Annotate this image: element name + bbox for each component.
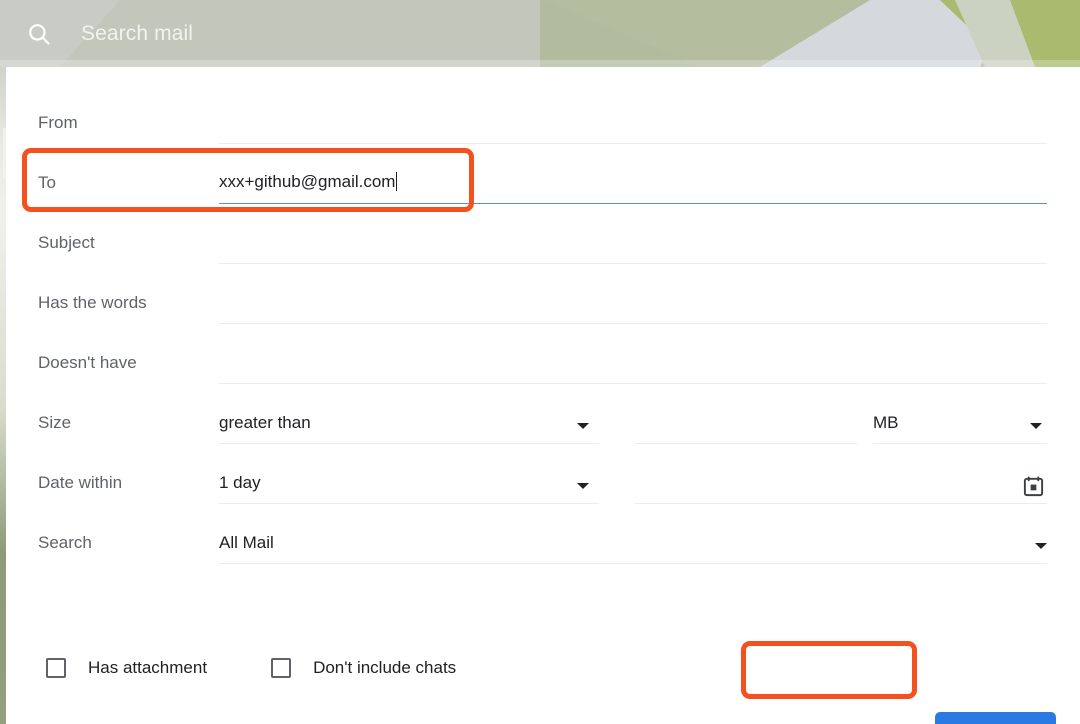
has-the-words-field-row[interactable]: Has the words [6,275,1080,335]
date-within-date-underline[interactable] [635,503,1047,504]
search-mail-placeholder[interactable]: Search mail [81,22,193,46]
from-underline[interactable] [219,143,1047,144]
search-scope-label: Search [38,533,92,552]
from-label: From [38,113,78,132]
subject-label: Subject [38,233,95,252]
has-attachment-checkbox-group[interactable]: Has attachment [46,658,207,678]
doesnt-have-underline[interactable] [219,383,1047,384]
search-scope-field-row[interactable]: Search All Mail [6,515,1080,575]
app-header: Search mail [0,0,1080,67]
size-operator-underline[interactable] [219,443,599,444]
subject-field-row[interactable]: Subject [6,215,1080,275]
create-filter-button[interactable]: Create filter [758,715,886,724]
search-icon[interactable] [26,21,52,47]
size-operator-value[interactable]: greater than [219,413,311,433]
to-value-wrap[interactable]: xxx+github@gmail.com [219,172,398,192]
search-scope-chevron-down-icon[interactable] [1035,543,1047,549]
size-unit-chevron-down-icon[interactable] [1030,423,1042,429]
has-attachment-label[interactable]: Has attachment [88,658,207,678]
size-field-row[interactable]: Size greater than MB [6,395,1080,455]
search-scope-value[interactable]: All Mail [219,533,274,553]
header-search-area[interactable]: Search mail [0,0,1080,67]
size-label: Size [38,413,72,432]
calendar-icon[interactable] [1022,475,1045,498]
has-attachment-checkbox[interactable] [46,658,66,678]
to-field-row[interactable]: To xxx+github@gmail.com [6,155,1080,215]
text-caret [396,172,398,191]
advanced-search-panel: From To xxx+github@gmail.com Subject Has… [6,67,1080,724]
to-label: To [38,173,56,192]
dont-include-chats-label[interactable]: Don't include chats [313,658,456,678]
checkbox-row: Has attachment Don't include chats [46,642,1046,694]
subject-underline[interactable] [219,263,1047,264]
gmail-advanced-search-screen: Search mail From To xxx+github@gmail.com… [0,0,1080,724]
search-scope-underline[interactable] [219,563,1047,564]
has-the-words-label: Has the words [38,293,147,312]
size-unit-value[interactable]: MB [873,413,899,433]
date-within-range-chevron-down-icon[interactable] [577,483,589,489]
search-button[interactable]: Search [935,712,1056,724]
has-the-words-underline[interactable] [219,323,1047,324]
size-unit-underline[interactable] [873,443,1047,444]
date-within-label: Date within [38,473,123,492]
to-value[interactable]: xxx+github@gmail.com [219,172,395,191]
size-amount-underline[interactable] [635,443,857,444]
dont-include-chats-checkbox[interactable] [271,658,292,678]
from-field-row[interactable]: From [6,95,1080,155]
date-within-range-underline[interactable] [219,503,599,504]
date-within-field-row[interactable]: Date within 1 day [6,455,1080,515]
to-underline-active[interactable] [219,203,1047,204]
doesnt-have-label: Doesn't have [38,353,137,372]
date-within-range-value[interactable]: 1 day [219,473,261,493]
size-operator-chevron-down-icon[interactable] [577,423,589,429]
dont-include-chats-checkbox-group[interactable]: Don't include chats [271,658,456,678]
doesnt-have-field-row[interactable]: Doesn't have [6,335,1080,395]
